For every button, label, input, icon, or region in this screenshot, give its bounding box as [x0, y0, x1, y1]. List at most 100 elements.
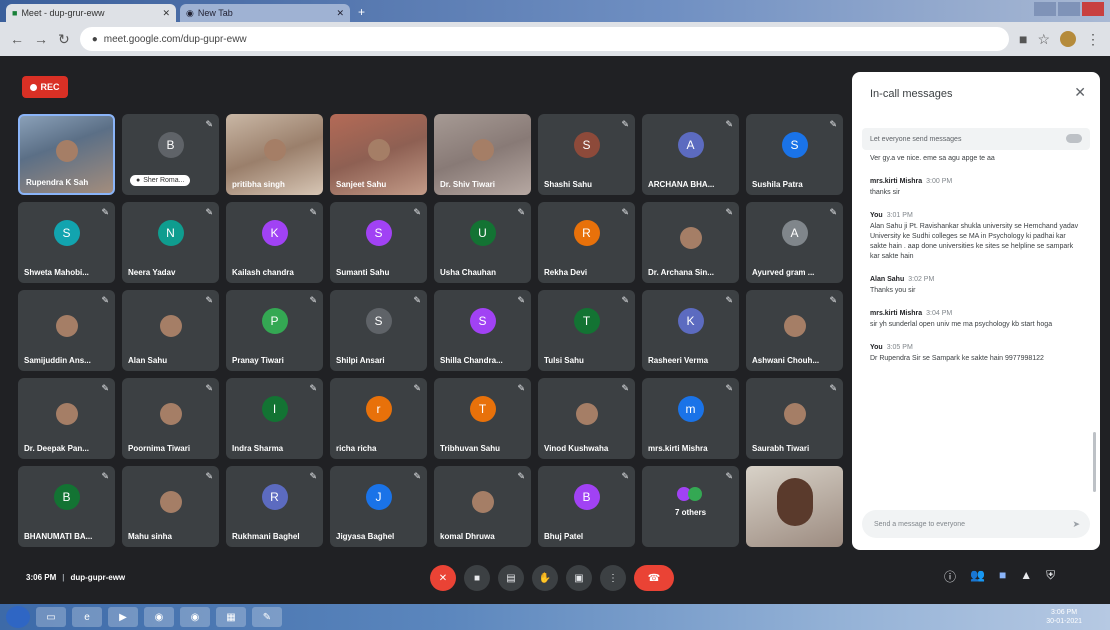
- participant-tile[interactable]: ✎ S Shilpi Ansari: [330, 290, 427, 371]
- participant-tile[interactable]: ✎ Vinod Kushwaha: [538, 378, 635, 459]
- participant-tile[interactable]: ✎ Dr. Archana Sin...: [642, 202, 739, 283]
- participant-tile[interactable]: ✎ A ARCHANA BHA...: [642, 114, 739, 195]
- more-options-button[interactable]: ⋮: [600, 565, 626, 591]
- participant-tile[interactable]: [746, 466, 843, 547]
- back-icon[interactable]: ←: [10, 31, 24, 47]
- url-field[interactable]: ● meet.google.com/dup-gupr-eww: [79, 27, 1009, 51]
- mic-muted-icon: ✎: [101, 207, 109, 217]
- minimize-button[interactable]: [1034, 2, 1056, 16]
- participant-tile[interactable]: ✎ I Indra Sharma: [226, 378, 323, 459]
- meeting-details-icon[interactable]: ⓘ: [944, 568, 956, 585]
- tab-close-icon[interactable]: ✕: [162, 8, 170, 19]
- participant-tile[interactable]: ✎ r richa richa: [330, 378, 427, 459]
- mic-off-button[interactable]: ✕: [430, 565, 456, 591]
- participant-tile[interactable]: ✎ K Kailash chandra: [226, 202, 323, 283]
- menu-kebab-icon[interactable]: ⋮: [1086, 31, 1100, 48]
- participant-tile[interactable]: Rupendra K Sah: [18, 114, 115, 195]
- reload-icon[interactable]: ↻: [58, 31, 70, 48]
- participant-tile[interactable]: ✎ S Shweta Mahobi...: [18, 202, 115, 283]
- message-scrollbar[interactable]: [1093, 432, 1096, 492]
- mic-muted-icon: ✎: [621, 295, 629, 305]
- mic-muted-icon: ✎: [725, 383, 733, 393]
- message-header: You 3:05 PM: [870, 344, 1082, 351]
- participant-tile[interactable]: ✎ Ashwani Chouh...: [746, 290, 843, 371]
- participant-tile[interactable]: ✎ Saurabh Tiwari: [746, 378, 843, 459]
- close-icon[interactable]: ✕: [1074, 84, 1086, 101]
- participant-tile[interactable]: ✎ A Ayurved gram ...: [746, 202, 843, 283]
- participant-name: Usha Chauhan: [440, 268, 497, 277]
- participant-tile[interactable]: ✎ S Shashi Sahu: [538, 114, 635, 195]
- participant-tile[interactable]: pritibha singh: [226, 114, 323, 195]
- participant-tile[interactable]: ✎ Samijuddin Ans...: [18, 290, 115, 371]
- participant-tile[interactable]: ✎ S Shilla Chandra...: [434, 290, 531, 371]
- camera-permission-icon[interactable]: ■: [1019, 31, 1027, 47]
- participant-tile[interactable]: ✎ 7 others: [642, 466, 739, 547]
- participant-tile[interactable]: ✎ S Sumanti Sahu: [330, 202, 427, 283]
- host-controls-icon[interactable]: ⛨: [1046, 568, 1055, 585]
- close-window-button[interactable]: [1082, 2, 1104, 16]
- message-sender: Alan Sahu: [870, 276, 905, 283]
- participant-tile[interactable]: ✎ Alan Sahu: [122, 290, 219, 371]
- leave-call-button[interactable]: ☎: [634, 565, 674, 591]
- participant-tile[interactable]: ✎ komal Dhruwa: [434, 466, 531, 547]
- ie-icon[interactable]: e: [72, 607, 102, 627]
- maximize-button[interactable]: [1058, 2, 1080, 16]
- participant-tile[interactable]: ✎ P Pranay Tiwari: [226, 290, 323, 371]
- participant-tile[interactable]: ✎ Dr. Deepak Pan...: [18, 378, 115, 459]
- participant-avatar: R: [573, 219, 600, 246]
- window-icon[interactable]: ▦: [216, 607, 246, 627]
- media-icon[interactable]: ▶: [108, 607, 138, 627]
- participant-tile[interactable]: ✎ Mahu sinha: [122, 466, 219, 547]
- camera-button[interactable]: ■: [464, 565, 490, 591]
- participant-tile[interactable]: ✎ B Bhuj Patel: [538, 466, 635, 547]
- tab-close-icon[interactable]: ✕: [336, 8, 344, 19]
- participant-tile[interactable]: Dr. Shiv Tiwari: [434, 114, 531, 195]
- send-icon[interactable]: ➤: [1072, 519, 1080, 530]
- captions-button[interactable]: ▤: [498, 565, 524, 591]
- raise-hand-button[interactable]: ✋: [532, 565, 558, 591]
- participant-tile[interactable]: ✎ Poornima Tiwari: [122, 378, 219, 459]
- explorer-icon[interactable]: ▭: [36, 607, 66, 627]
- lock-icon: ●: [91, 33, 98, 45]
- new-tab-icon[interactable]: +: [358, 5, 365, 19]
- mic-muted-icon: ✎: [413, 207, 421, 217]
- browser-tab-new[interactable]: ◉ New Tab ✕: [180, 4, 350, 22]
- bookmark-star-icon[interactable]: ☆: [1037, 31, 1050, 48]
- message-time: 3:02 PM: [908, 276, 935, 283]
- chrome-favicon-icon: ◉: [186, 7, 194, 18]
- participant-name: mrs.kirti Mishra: [648, 444, 708, 453]
- participant-tile[interactable]: ✎ T Tulsi Sahu: [538, 290, 635, 371]
- present-button[interactable]: ▣: [566, 565, 592, 591]
- participant-tile[interactable]: ✎ T Tribhuvan Sahu: [434, 378, 531, 459]
- participant-tile[interactable]: ✎ B ● Sher Roma...: [122, 114, 219, 195]
- participant-tile[interactable]: ✎ S Sushila Patra: [746, 114, 843, 195]
- participant-avatar: A: [781, 219, 808, 246]
- people-icon[interactable]: 👥: [970, 568, 985, 585]
- participant-tile[interactable]: ✎ B BHANUMATI BA...: [18, 466, 115, 547]
- profile-avatar[interactable]: [1060, 31, 1076, 47]
- send-messages-toggle[interactable]: [1066, 134, 1082, 143]
- forward-icon[interactable]: →: [34, 31, 48, 47]
- browser-tab-meet[interactable]: ■ Meet - dup-grur-eww ✕: [6, 4, 176, 22]
- message-input[interactable]: Send a message to everyone ➤: [862, 510, 1090, 538]
- activities-icon[interactable]: ▲: [1020, 568, 1032, 585]
- paint-icon[interactable]: ✎: [252, 607, 282, 627]
- start-button[interactable]: [6, 606, 30, 628]
- mic-muted-icon: ✎: [517, 207, 525, 217]
- participant-name: Mahu sinha: [128, 532, 173, 541]
- participant-tile[interactable]: ✎ U Usha Chauhan: [434, 202, 531, 283]
- chrome-icon-2[interactable]: ◉: [180, 607, 210, 627]
- chrome-icon[interactable]: ◉: [144, 607, 174, 627]
- mini-avatar: [687, 487, 702, 502]
- participant-tile[interactable]: ✎ R Rukhmani Baghel: [226, 466, 323, 547]
- send-messages-toggle-row: Let everyone send messages: [862, 128, 1090, 150]
- meeting-code: dup-gupr-eww: [70, 573, 126, 582]
- chat-icon[interactable]: ■: [999, 568, 1006, 585]
- participant-tile[interactable]: ✎ m mrs.kirti Mishra: [642, 378, 739, 459]
- participant-tile[interactable]: Sanjeet Sahu: [330, 114, 427, 195]
- participant-name: Ashwani Chouh...: [752, 356, 820, 365]
- participant-tile[interactable]: ✎ N Neera Yadav: [122, 202, 219, 283]
- participant-tile[interactable]: ✎ R Rekha Devi: [538, 202, 635, 283]
- participant-tile[interactable]: ✎ J Jigyasa Baghel: [330, 466, 427, 547]
- participant-tile[interactable]: ✎ K Rasheeri Verma: [642, 290, 739, 371]
